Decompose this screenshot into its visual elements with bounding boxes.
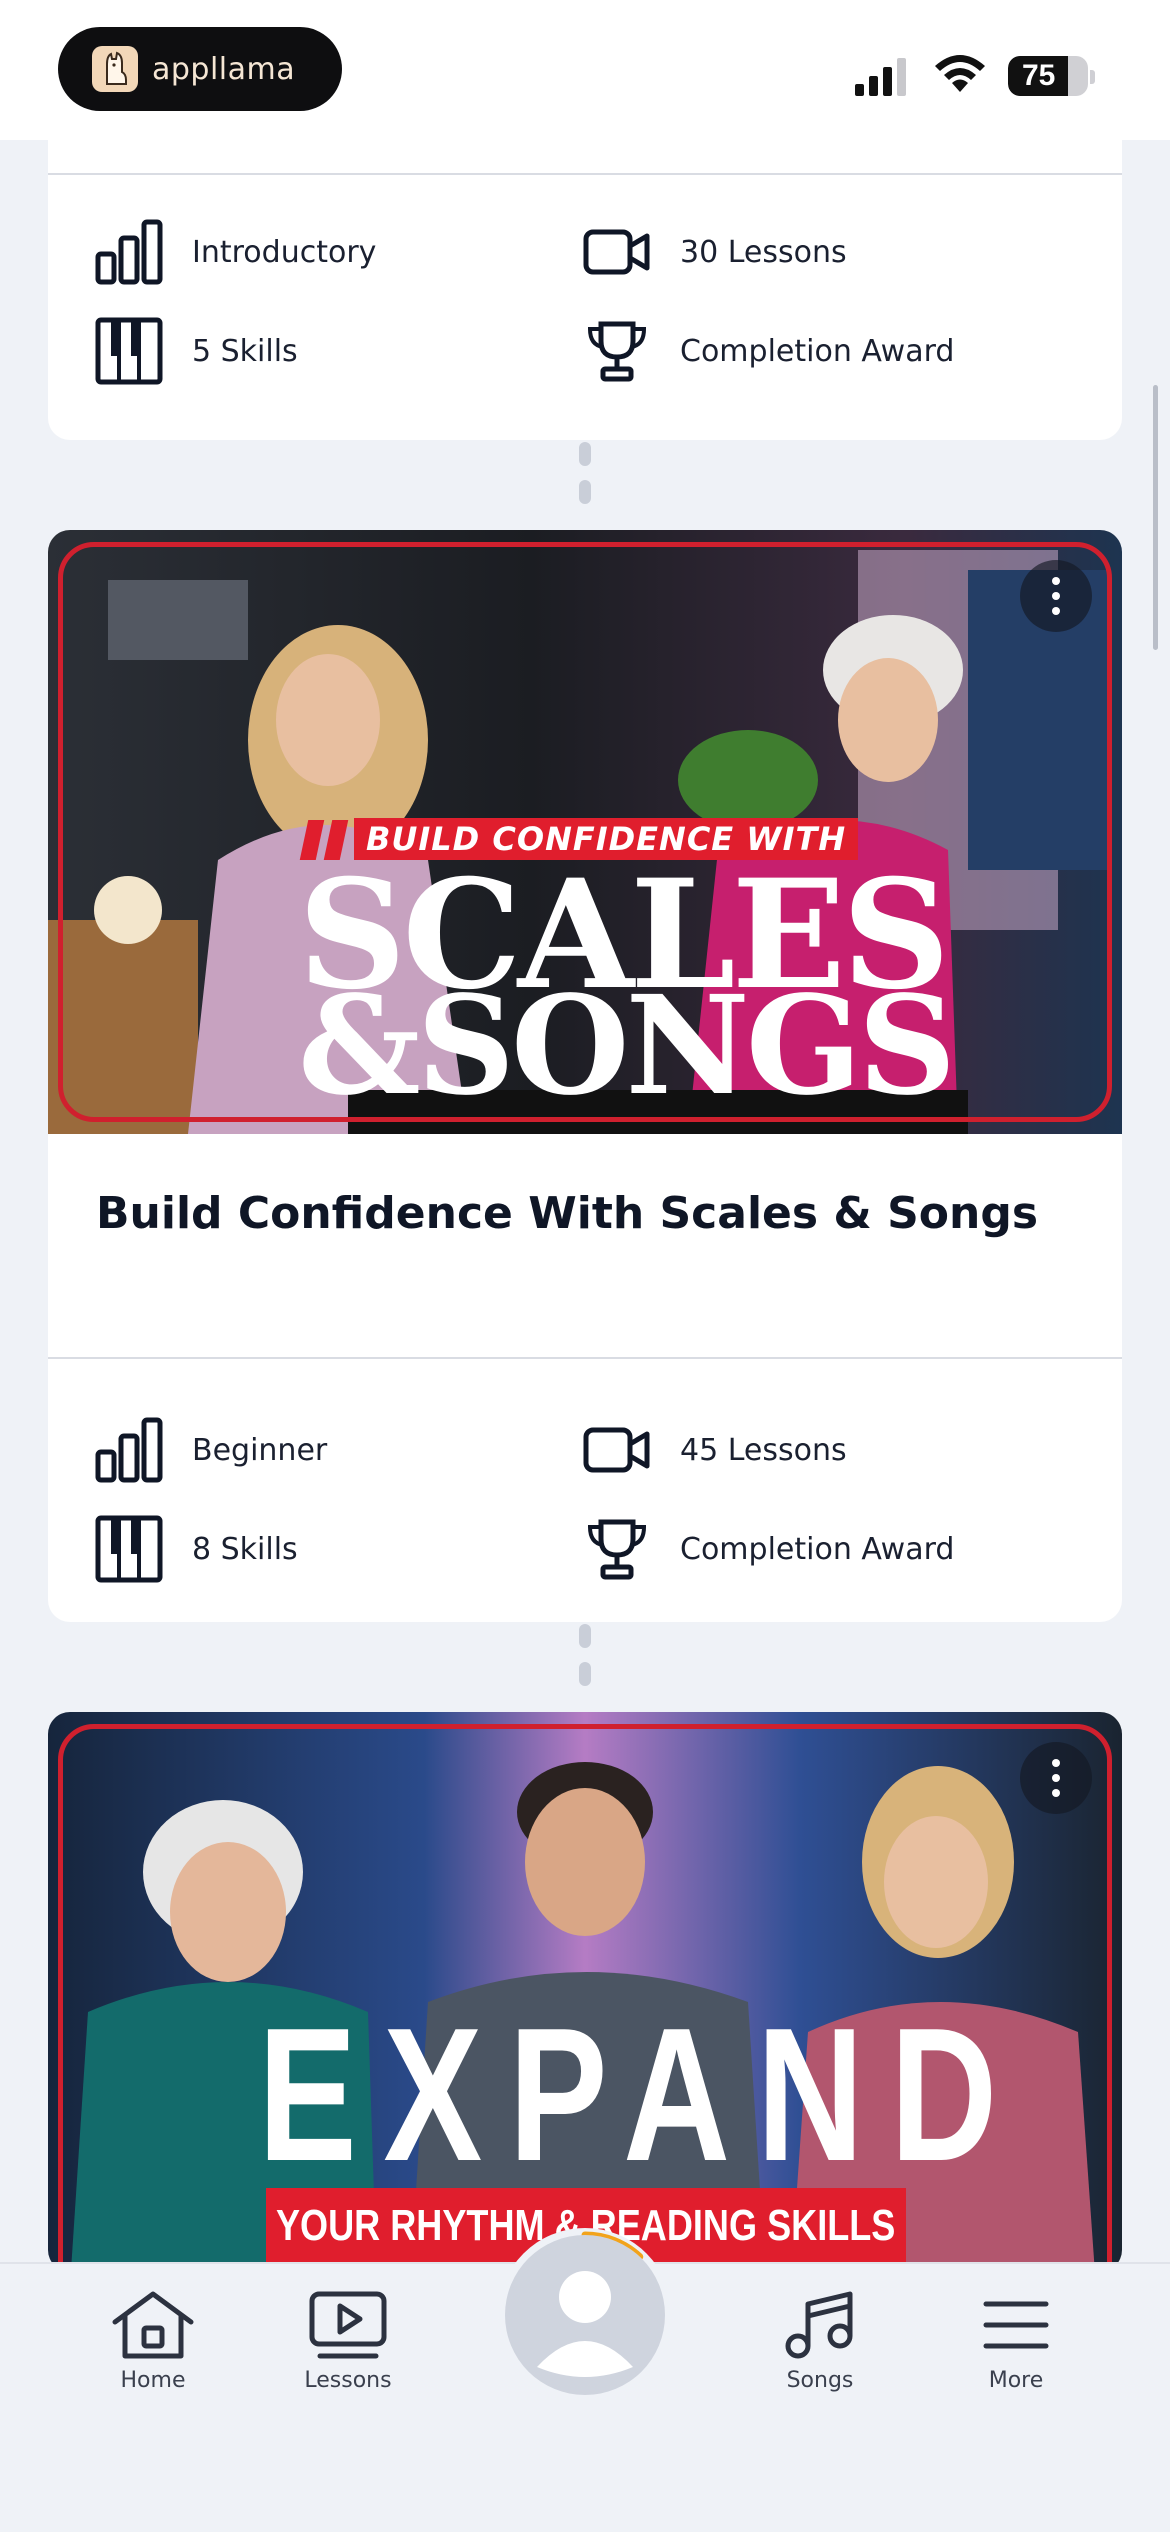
llama-logo-icon (92, 46, 138, 92)
course-card[interactable]: BUILD CONFIDENCE WITH SCALES &SONGS Buil… (48, 530, 1122, 1622)
bar-chart-icon (94, 217, 164, 287)
video-camera-icon (582, 217, 652, 287)
course-card-previous[interactable]: Introductory 30 Lessons 5 Skills Complet… (48, 100, 1122, 440)
home-icon (112, 2291, 194, 2359)
piano-keys-icon (94, 1514, 164, 1584)
stat-level: Introductory (94, 217, 376, 287)
profile-avatar-button[interactable] (505, 2235, 665, 2395)
course-stats: Beginner 45 Lessons 8 Skills Completion … (48, 1393, 1122, 1613)
tab-more[interactable]: More (936, 2290, 1096, 2393)
user-icon (537, 2271, 633, 2377)
course-title[interactable]: Build Confidence With Scales & Songs (96, 1188, 1038, 1239)
path-connector (578, 442, 592, 504)
signal-icon (855, 58, 906, 96)
trophy-icon (582, 316, 652, 386)
level-label: Introductory (192, 234, 377, 270)
tab-songs[interactable]: Songs (740, 2290, 900, 2393)
music-note-icon (785, 2291, 853, 2359)
stat-lessons: 30 Lessons (582, 217, 847, 287)
lessons-label: 45 Lessons (680, 1432, 847, 1468)
course-thumbnail[interactable]: BUILD CONFIDENCE WITH SCALES &SONGS (48, 530, 1122, 1134)
skills-label: 5 Skills (192, 333, 298, 369)
app-indicator-pill[interactable]: appllama (58, 27, 342, 111)
stat-award: Completion Award (582, 1514, 954, 1584)
wifi-icon (935, 55, 985, 92)
tab-home-label: Home (120, 2368, 186, 2393)
stat-skills: 5 Skills (94, 316, 298, 386)
thumbnail-headline-2: &SONGS (298, 966, 956, 1126)
video-camera-icon (582, 1415, 652, 1485)
piano-keys-icon (94, 316, 164, 386)
tab-songs-label: Songs (786, 2368, 854, 2393)
scrollbar[interactable] (1153, 385, 1158, 650)
play-screen-icon (309, 2291, 387, 2359)
course-stats: Introductory 30 Lessons 5 Skills Complet… (48, 195, 1122, 415)
course-thumbnail[interactable]: EXPAND YOUR RHYTHM & READING SKILLS (48, 1712, 1122, 2272)
stat-lessons: 45 Lessons (582, 1415, 847, 1485)
status-bar: appllama 75 (0, 0, 1170, 140)
course-card-next[interactable]: EXPAND YOUR RHYTHM & READING SKILLS (48, 1712, 1122, 2272)
tab-lessons-label: Lessons (304, 2368, 392, 2393)
level-label: Beginner (192, 1432, 328, 1468)
stat-skills: 8 Skills (94, 1514, 298, 1584)
divider (48, 173, 1122, 175)
award-label: Completion Award (680, 333, 955, 369)
battery-nub (1090, 70, 1095, 84)
tab-home[interactable]: Home (73, 2290, 233, 2393)
tab-lessons[interactable]: Lessons (268, 2290, 428, 2393)
lessons-label: 30 Lessons (680, 234, 847, 270)
divider (48, 1357, 1122, 1359)
award-label: Completion Award (680, 1531, 955, 1567)
app-name: appllama (152, 51, 296, 87)
more-options-button[interactable] (1020, 560, 1092, 632)
path-connector (578, 1624, 592, 1686)
thumbnail-headline: EXPAND (258, 1989, 1024, 2201)
trophy-icon (582, 1514, 652, 1584)
more-options-button[interactable] (1020, 1742, 1092, 1814)
battery-percentage: 75 (1022, 59, 1056, 92)
hamburger-menu-icon (983, 2301, 1049, 2349)
stat-award: Completion Award (582, 316, 954, 386)
battery-icon: 75 (1008, 56, 1088, 96)
skills-label: 8 Skills (192, 1531, 298, 1567)
bar-chart-icon (94, 1415, 164, 1485)
stat-level: Beginner (94, 1415, 327, 1485)
tab-more-label: More (988, 2368, 1044, 2393)
